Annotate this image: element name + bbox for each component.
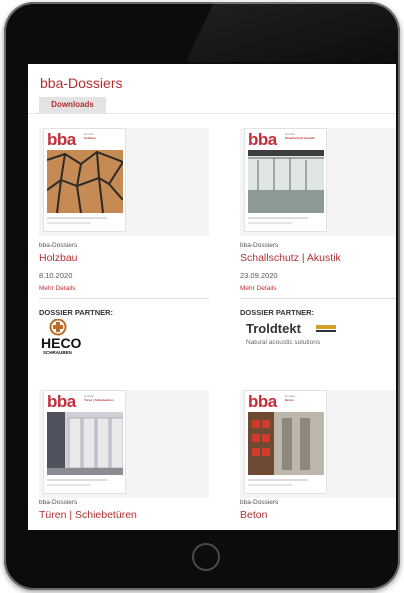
cover-area: bba Dossier Schallschutz Akustik	[240, 128, 396, 236]
divider	[240, 298, 396, 299]
card-title[interactable]: Türen | Schiebetüren	[39, 509, 137, 521]
cover-subtitle: Dossier Beton	[285, 394, 296, 402]
divider	[39, 298, 209, 299]
card-title[interactable]: Beton	[240, 509, 267, 521]
cover-logo: bba	[47, 130, 76, 149]
cover-area: bba Dossier Türen | Schiebetüren	[39, 390, 209, 498]
card-category: bba-Dossiers	[240, 242, 279, 249]
partner-name: HECO	[41, 335, 82, 351]
partner-logo-troldtekt[interactable]: Troldtekt Natural acoustic solutions	[240, 319, 396, 355]
cover-footer-line	[47, 217, 107, 219]
cover-logo: bba	[248, 130, 277, 149]
partner-logo-heco[interactable]: HECO SCHRAUBEN	[39, 318, 209, 355]
cover-footer-line	[248, 479, 308, 481]
screen: bba-Dossiers Downloads bba Dossier Holzba…	[28, 64, 396, 530]
cover-subtitle: Dossier Holzbau	[84, 132, 96, 140]
cover-subtitle: Dossier Schallschutz Akustik	[285, 132, 315, 140]
card-title[interactable]: Holzbau	[39, 252, 78, 264]
glass-hall-icon	[248, 150, 324, 213]
cover-logo: bba	[47, 392, 76, 411]
cover-footer-line	[47, 484, 91, 486]
partner-label: DOSSIER PARTNER:	[39, 308, 114, 317]
cover-area: bba Dossier Holzbau	[39, 128, 209, 236]
cover-logo: bba	[248, 392, 277, 411]
partner-sub: Natural acoustic solutions	[246, 339, 321, 346]
cover-footer-line	[248, 484, 292, 486]
heco-logo-icon: HECO SCHRAUBEN	[41, 318, 82, 355]
cover-subtitle: Dossier Türen | Schiebetüren	[84, 394, 114, 402]
troldtekt-logo-icon: Troldtekt Natural acoustic solutions	[246, 321, 336, 346]
more-details-link[interactable]: Mehr Details	[39, 285, 75, 292]
home-button[interactable]	[192, 543, 220, 571]
card-title[interactable]: Schallschutz | Akustik	[240, 252, 341, 264]
wood-pattern-icon	[46, 150, 124, 214]
cover-footer-line	[47, 222, 91, 224]
screen-glare	[186, 2, 400, 62]
cover-image	[248, 150, 324, 213]
cover-area: bba Dossier Beton	[240, 390, 396, 498]
card-category: bba-Dossiers	[240, 499, 279, 506]
card-date: 23.09.2020	[240, 271, 278, 280]
card-date: 8.10.2020	[39, 271, 73, 280]
page-title: bba-Dossiers	[40, 75, 123, 91]
more-details-link[interactable]: Mehr Details	[240, 285, 276, 292]
tab-underline	[28, 113, 396, 114]
cover-footer-line	[248, 222, 292, 224]
card-category: bba-Dossiers	[39, 242, 78, 249]
tab-downloads[interactable]: Downloads	[39, 97, 106, 113]
cover-image	[47, 412, 124, 475]
cover-image	[248, 412, 324, 475]
cover-footer-line	[248, 217, 308, 219]
dossier-cover[interactable]: bba Dossier Türen | Schiebetüren	[43, 390, 126, 494]
dossier-cover[interactable]: bba Dossier Holzbau	[43, 128, 126, 232]
partner-sub: SCHRAUBEN	[43, 350, 72, 355]
partner-name: Troldtekt	[246, 321, 302, 336]
cover-footer-line	[47, 479, 107, 481]
card-category: bba-Dossiers	[39, 499, 78, 506]
cover-image	[46, 150, 124, 214]
dossier-cover[interactable]: bba Dossier Beton	[244, 390, 327, 494]
sliding-doors-icon	[47, 412, 124, 475]
concrete-building-icon	[248, 412, 324, 475]
tablet-frame: bba-Dossiers Downloads bba Dossier Holzba…	[4, 2, 400, 590]
partner-label: DOSSIER PARTNER:	[240, 308, 315, 317]
dossier-cover[interactable]: bba Dossier Schallschutz Akustik	[244, 128, 327, 232]
